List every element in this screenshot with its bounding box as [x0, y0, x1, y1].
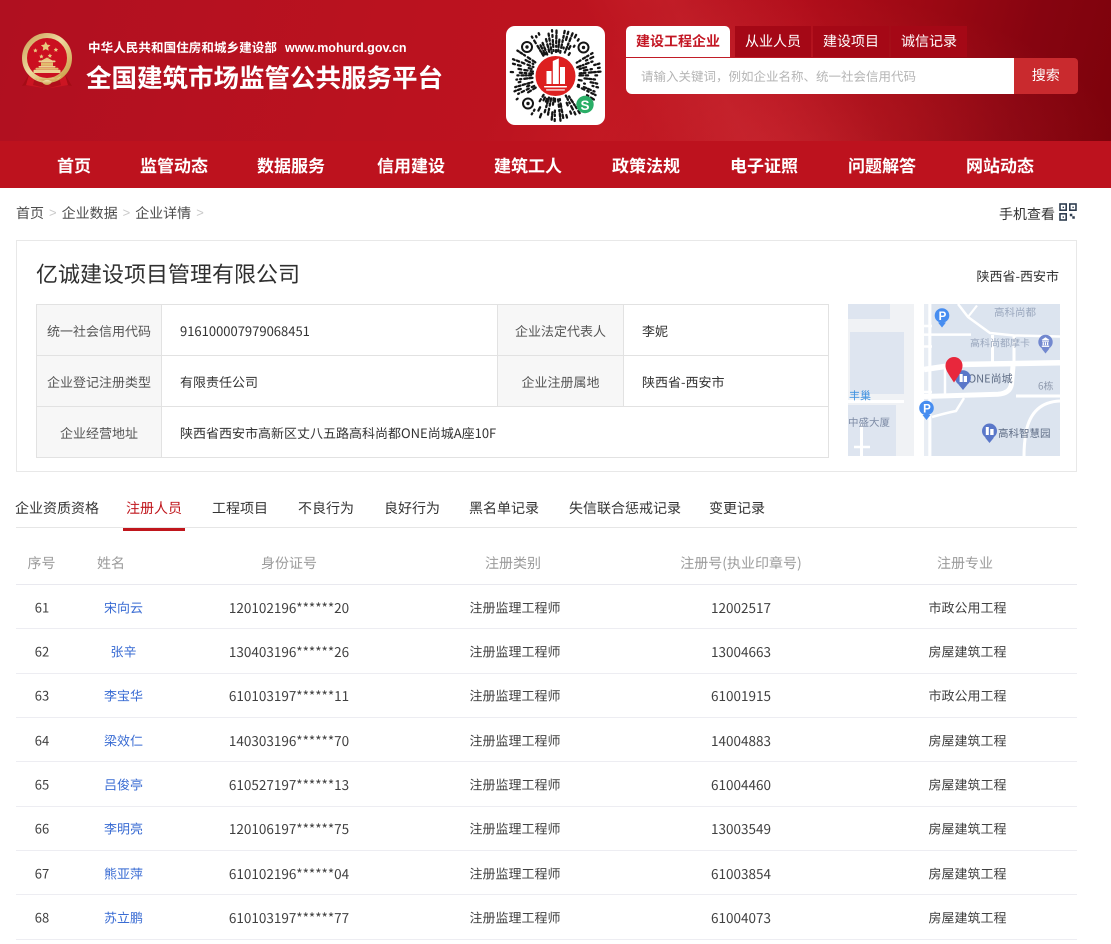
svg-text:S: S	[580, 98, 589, 113]
svg-text:高科尚都: 高科尚都	[994, 305, 1036, 320]
svg-text:高科智慧园: 高科智慧园	[998, 426, 1051, 441]
svg-text:高科尚都摩卡: 高科尚都摩卡	[970, 335, 1030, 350]
svg-text:P: P	[923, 404, 931, 416]
svg-text:P: P	[939, 311, 947, 323]
svg-text:6栋: 6栋	[1038, 378, 1054, 393]
svg-text:中盛大厦: 中盛大厦	[848, 415, 890, 430]
svg-text:丰巢: 丰巢	[849, 388, 871, 404]
svg-text:ONE尚城: ONE尚城	[968, 371, 1013, 387]
